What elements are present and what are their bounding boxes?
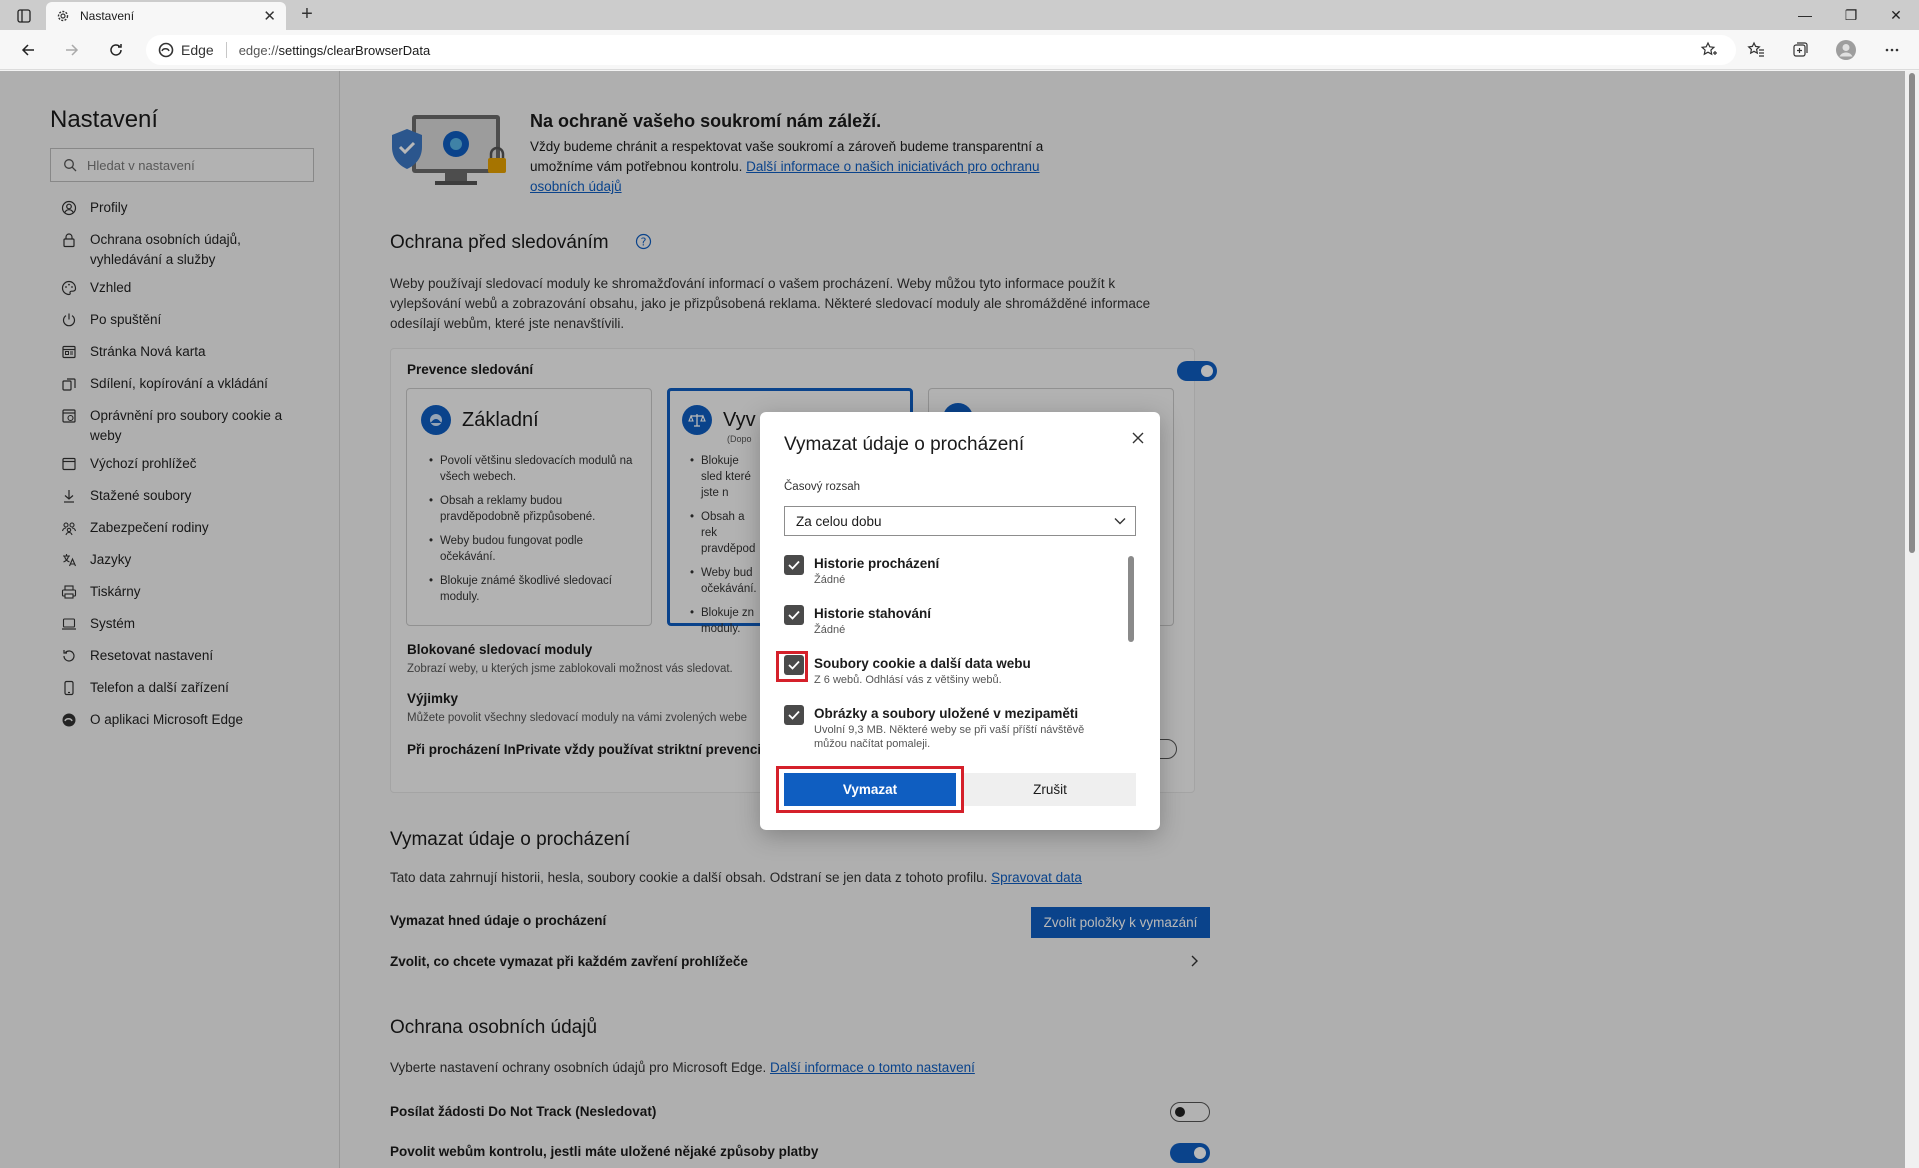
time-range-label: Časový rozsah <box>784 481 861 493</box>
edge-logo-icon <box>158 42 174 58</box>
new-tab-button[interactable]: + <box>294 3 320 27</box>
checkbox-checked-icon[interactable] <box>784 705 804 725</box>
minimize-button[interactable]: — <box>1782 0 1828 30</box>
close-icon <box>1132 432 1144 444</box>
checkbox-browsing-history[interactable]: Historie procházení Žádné <box>784 555 1124 587</box>
dialog-title: Vymazat údaje o procházení <box>784 434 1025 455</box>
page-scrollbar[interactable] <box>1905 71 1919 1168</box>
dialog-scrollbar-thumb[interactable] <box>1128 556 1134 642</box>
profile-avatar-button[interactable] <box>1834 38 1858 62</box>
time-range-select[interactable]: Za celou dobu <box>784 506 1136 536</box>
favorites-icon <box>1747 41 1764 57</box>
forward-button[interactable] <box>58 38 86 62</box>
site-label: Edge <box>181 42 214 58</box>
close-window-button[interactable]: ✕ <box>1873 0 1919 30</box>
back-button[interactable] <box>14 38 42 62</box>
favorites-button[interactable] <box>1744 38 1768 62</box>
collections-button[interactable] <box>1788 38 1812 62</box>
cancel-button[interactable]: Zrušit <box>964 773 1136 806</box>
url-text: edge://settings/clearBrowserData <box>238 42 431 58</box>
checkbox-download-history[interactable]: Historie stahování Žádné <box>784 605 1124 637</box>
url-field[interactable]: Edge edge://settings/clearBrowserData <box>146 35 1736 65</box>
gear-icon <box>57 10 69 22</box>
page-scrollbar-thumb[interactable] <box>1909 73 1915 553</box>
more-icon <box>1885 48 1899 52</box>
checkbox-cookies[interactable]: Soubory cookie a další data webu Z 6 webů… <box>784 655 1124 687</box>
add-favorite-button[interactable] <box>1697 38 1721 62</box>
checkbox-checked-icon[interactable] <box>784 605 804 625</box>
tab-actions-button[interactable] <box>8 5 40 27</box>
dialog-close-button[interactable] <box>1128 428 1148 448</box>
more-menu-button[interactable] <box>1880 38 1904 62</box>
highlight-box-cookies-checkbox <box>776 651 808 682</box>
arrow-right-icon <box>66 44 79 56</box>
refresh-icon <box>110 44 122 56</box>
close-tab-icon[interactable]: ✕ <box>263 7 276 25</box>
tab-actions-icon <box>17 9 31 23</box>
collections-icon <box>1793 42 1808 57</box>
tab-bar: Nastavení ✕ + — ❐ ✕ <box>0 0 1919 30</box>
clear-browsing-data-dialog: Vymazat údaje o procházení Časový rozsah… <box>760 412 1160 830</box>
star-add-icon <box>1700 41 1717 56</box>
refresh-button[interactable] <box>102 38 130 62</box>
chevron-down-icon <box>1105 517 1135 525</box>
avatar-icon <box>1836 40 1856 60</box>
checkbox-cached-images[interactable]: Obrázky a soubory uložené v mezipaměti Uv… <box>784 705 1124 751</box>
tab-title: Nastavení <box>80 9 135 23</box>
url-separator <box>225 42 227 58</box>
highlight-box-clear-button <box>776 766 964 813</box>
address-bar: Edge edge://settings/clearBrowserData <box>0 30 1919 70</box>
maximize-button[interactable]: ❐ <box>1828 0 1874 30</box>
checkbox-checked-icon[interactable] <box>784 555 804 575</box>
arrow-left-icon <box>21 44 34 56</box>
time-range-value: Za celou dobu <box>796 513 882 529</box>
tab-settings[interactable]: Nastavení ✕ <box>46 2 286 30</box>
